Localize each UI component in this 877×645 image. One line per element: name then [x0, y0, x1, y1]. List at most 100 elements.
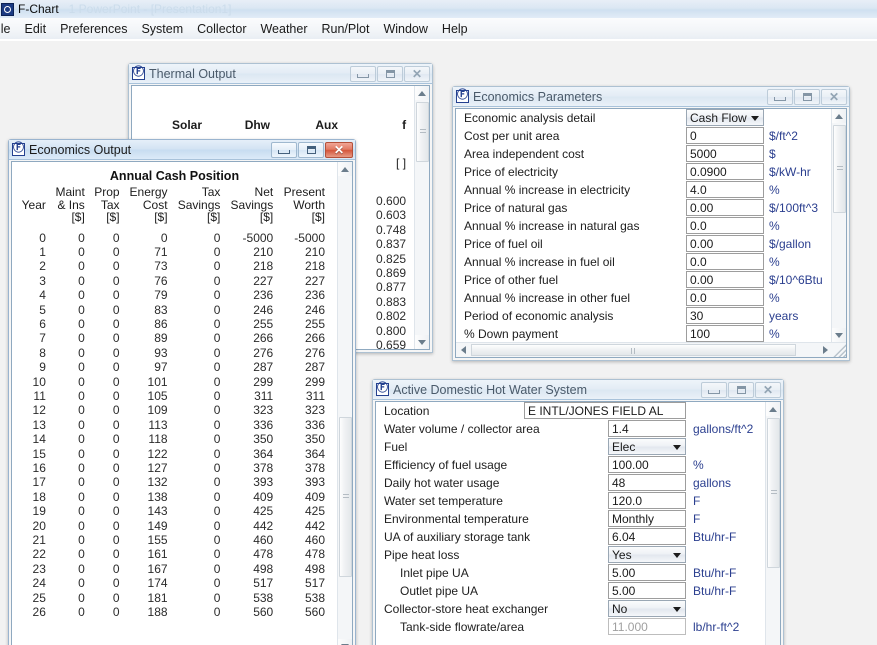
parameter-input[interactable]: Monthly — [608, 510, 686, 527]
scroll-up-icon[interactable] — [338, 162, 352, 176]
maximize-button[interactable] — [728, 381, 754, 398]
parameter-input[interactable]: 0.00 — [686, 271, 764, 288]
parameter-value-text: 4.0 — [690, 182, 707, 197]
close-button[interactable]: ✕ — [755, 381, 781, 398]
parameter-input[interactable]: 1.4 — [608, 420, 686, 437]
table-cell: 276 — [253, 345, 274, 360]
menu-edit[interactable]: Edit — [18, 21, 54, 37]
parameter-label: Location — [384, 404, 430, 418]
scroll-up-icon[interactable] — [766, 402, 780, 416]
maximize-icon — [385, 69, 395, 78]
table-cell: 255 — [253, 316, 274, 331]
parameter-input[interactable]: 6.04 — [608, 528, 686, 545]
parameter-input[interactable]: 0.0900 — [686, 163, 764, 180]
window-active-dhw-system[interactable]: Active Domestic Hot Water System ✕ Locat… — [372, 379, 784, 645]
economics-parameters-hscrollbar[interactable] — [456, 342, 846, 357]
window-economics-parameters[interactable]: Economics Parameters ✕ Economic analysis… — [452, 86, 850, 361]
scrollbar-thumb-horizontal[interactable] — [471, 344, 796, 356]
menu-preferences[interactable]: Preferences — [53, 21, 134, 37]
menu-system[interactable]: System — [134, 21, 190, 37]
menu-run-plot[interactable]: Run/Plot — [315, 21, 377, 37]
parameter-input[interactable]: 48 — [608, 474, 686, 491]
parameter-input[interactable]: 0.00 — [686, 235, 764, 252]
scrollbar-thumb[interactable] — [339, 417, 352, 577]
thermal-output-titlebar[interactable]: Thermal Output ✕ — [129, 64, 432, 84]
minimize-button[interactable] — [271, 141, 297, 158]
economics-output-titlebar[interactable]: Economics Output ✕ — [9, 140, 355, 160]
scroll-up-icon[interactable] — [415, 86, 429, 100]
parameter-dropdown[interactable]: No — [608, 600, 686, 617]
scrollbar-thumb[interactable] — [833, 125, 846, 213]
minimize-button[interactable] — [767, 88, 793, 105]
scroll-right-icon[interactable] — [818, 343, 832, 357]
parameter-input[interactable]: 0 — [686, 127, 764, 144]
parameter-input[interactable]: 100 — [686, 325, 764, 342]
parameter-input[interactable]: 5.00 — [608, 582, 686, 599]
parameter-input[interactable]: 0.0 — [686, 289, 764, 306]
menu-collector[interactable]: Collector — [190, 21, 253, 37]
scroll-down-icon[interactable] — [415, 335, 429, 349]
maximize-button[interactable] — [794, 88, 820, 105]
minimize-button[interactable] — [350, 65, 376, 82]
parameter-input[interactable]: 0.00 — [686, 199, 764, 216]
table-cell: 0 — [78, 605, 85, 620]
parameter-input[interactable]: 120.0 — [608, 492, 686, 509]
table-cell: 0 — [213, 446, 221, 461]
parameter-unit: years — [769, 309, 799, 323]
parameter-input[interactable]: 4.0 — [686, 181, 764, 198]
column-header-line: Tax — [201, 185, 221, 199]
parameter-dropdown[interactable]: Cash Flow — [686, 109, 764, 126]
table-cell: 20 — [32, 518, 46, 533]
parameter-input[interactable]: 30 — [686, 307, 764, 324]
scroll-down-icon[interactable] — [832, 328, 846, 342]
close-button[interactable]: ✕ — [404, 65, 430, 82]
economics-parameters-vscrollbar[interactable] — [831, 109, 846, 342]
table-cell: 299 — [253, 374, 274, 389]
table-row: 14 0 0 118 0 350 350 — [12, 432, 337, 446]
menu-help[interactable]: Help — [435, 21, 475, 37]
parameter-input[interactable]: 5000 — [686, 145, 764, 162]
parameter-dropdown[interactable]: Elec — [608, 438, 686, 455]
parameter-dropdown[interactable]: Yes — [608, 546, 686, 563]
scroll-up-icon[interactable] — [832, 109, 846, 123]
parameter-input[interactable]: 100.00 — [608, 456, 686, 473]
table-cell: 378 — [253, 461, 274, 475]
table-cell: 0 — [78, 360, 85, 375]
scroll-left-icon[interactable] — [456, 343, 470, 357]
menu-weather[interactable]: Weather — [253, 21, 314, 37]
scroll-down-icon[interactable] — [338, 639, 352, 645]
economics-output-vscrollbar[interactable] — [337, 162, 352, 645]
menu-window[interactable]: Window — [376, 21, 434, 37]
parameter-input[interactable]: E INTL/JONES FIELD AL — [524, 402, 686, 419]
economics-output-body: Annual Cash Position Year Maint & Ins [$] P… — [11, 161, 353, 645]
thermal-output-vscrollbar[interactable] — [414, 86, 429, 349]
menu-file[interactable]: ile — [0, 21, 18, 37]
dhw-system-window-buttons: ✕ — [701, 381, 781, 398]
resize-grip-icon[interactable] — [832, 343, 846, 357]
minimize-button[interactable] — [701, 381, 727, 398]
parameter-row: Annual % increase in natural gas 0.0% — [456, 217, 831, 235]
parameter-value-text: 100 — [690, 326, 711, 341]
chevron-down-icon — [673, 444, 681, 450]
window-economics-output[interactable]: Economics Output ✕ Annual Cash Position … — [8, 139, 356, 645]
table-row: 6 0 0 86 0 255 255 — [12, 317, 337, 331]
scrollbar-thumb[interactable] — [767, 418, 780, 568]
dhw-system-titlebar[interactable]: Active Domestic Hot Water System ✕ — [373, 380, 783, 400]
parameter-input[interactable]: 0.0 — [686, 217, 764, 234]
dhw-system-form: Location E INTL/JONES FIELD AL Water volum… — [376, 402, 766, 645]
parameter-unit: Btu/hr-F — [693, 530, 737, 544]
economics-parameters-titlebar[interactable]: Economics Parameters ✕ — [453, 87, 849, 107]
parameter-input[interactable]: 5.00 — [608, 564, 686, 581]
close-button[interactable]: ✕ — [821, 88, 847, 105]
maximize-button[interactable] — [377, 65, 403, 82]
scrollbar-thumb[interactable] — [416, 102, 429, 162]
table-cell: 0 — [112, 446, 120, 461]
parameter-row: Period of economic analysis 30 years — [456, 307, 831, 325]
app-title: F-Chart — [18, 2, 59, 16]
table-cell: 323 — [253, 403, 274, 418]
dhw-system-vscrollbar[interactable] — [765, 402, 780, 645]
maximize-button[interactable] — [298, 141, 324, 158]
close-button[interactable]: ✕ — [325, 141, 353, 158]
table-cell: 0 — [78, 547, 85, 562]
parameter-input[interactable]: 0.0 — [686, 253, 764, 270]
